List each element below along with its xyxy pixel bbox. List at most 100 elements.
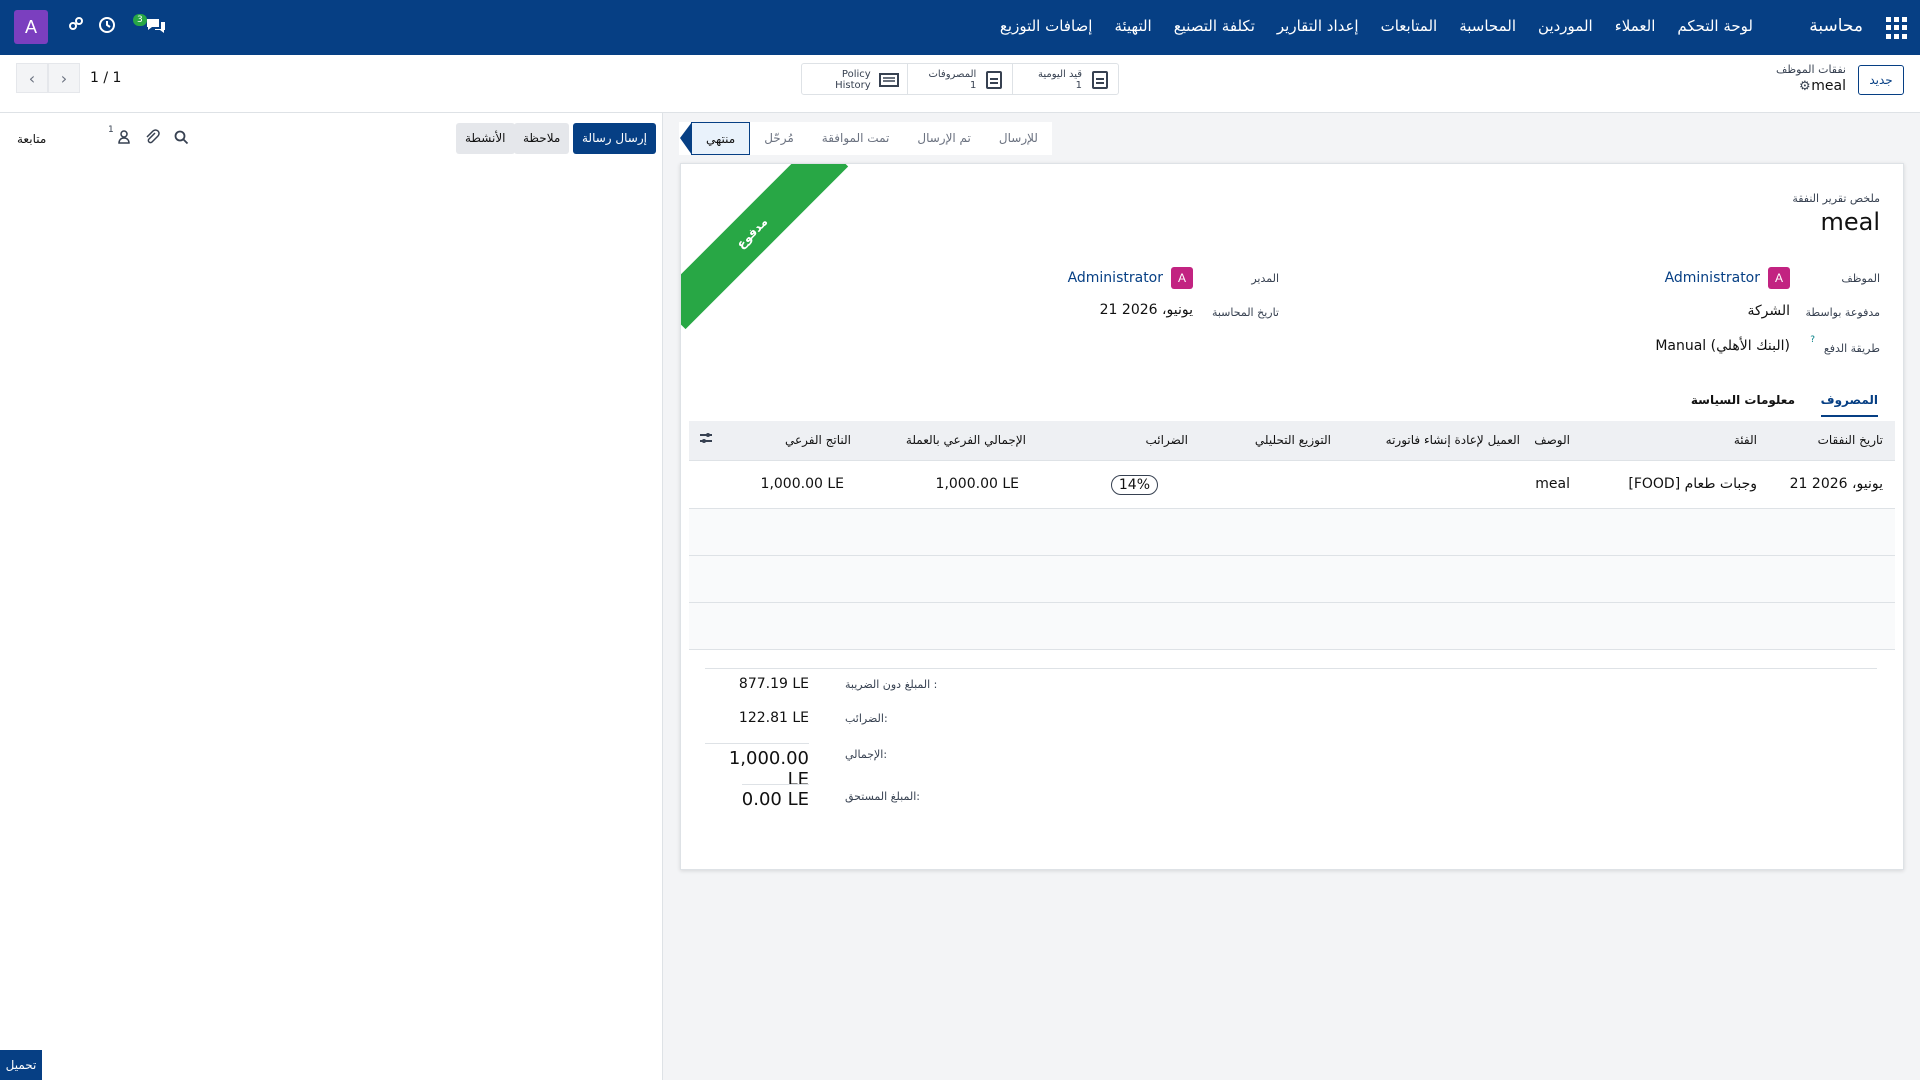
taxes-amount: 122.81 LE <box>738 710 809 726</box>
taxes-label: الضرائب: <box>845 712 888 725</box>
smart-button-journal-entry[interactable]: قيد اليومية 1 <box>1012 64 1118 94</box>
pager-prev-button[interactable]: ‹ <box>16 63 48 93</box>
document-icon <box>986 71 1003 89</box>
paperclip-icon[interactable] <box>144 129 160 149</box>
untaxed-amount: 877.19 LE <box>738 676 809 692</box>
col-taxes[interactable]: الضرائب <box>1146 433 1188 447</box>
pager-counter[interactable]: 1 / 1 <box>90 70 121 86</box>
cell-date: 21 يونيو، 2026 <box>1789 476 1883 492</box>
new-button[interactable]: جديد <box>1858 65 1904 95</box>
document-icon <box>1092 71 1109 89</box>
chatter-panel: إرسال رسالة ملاحظة الأنشطة 1 متابعة <box>0 113 663 1080</box>
smart-button-label: المصروفات <box>928 69 977 80</box>
gear-icon[interactable]: ⚙ <box>1799 79 1811 94</box>
status-approved[interactable]: تمت الموافقة <box>808 122 904 155</box>
col-analytic[interactable]: التوزيع التحليلي <box>1255 433 1331 447</box>
user-avatar[interactable]: A <box>14 10 48 44</box>
smart-button-expenses[interactable]: المصروفات 1 <box>906 64 1013 94</box>
debug-tools-icon[interactable] <box>68 16 84 36</box>
activities-button[interactable]: الأنشطة <box>456 123 515 154</box>
clock-icon[interactable] <box>98 16 116 38</box>
form-sheet: مدفوع ملخص تقرير النفقة meal الموظف Admi… <box>680 163 1904 870</box>
tab-expense[interactable]: المصروف <box>1820 393 1878 417</box>
smart-button-label: Policy <box>841 69 871 80</box>
manager-avatar: A <box>1171 267 1193 289</box>
menu-item-configuration[interactable]: التهيئة <box>1114 17 1151 35</box>
status-draft[interactable]: للإرسال <box>985 122 1052 155</box>
table-row[interactable]: 21 يونيو، 2026 [FOOD] وجبات طعام meal 14… <box>689 461 1895 509</box>
accounting-date-field[interactable]: 21 يونيو، 2026 <box>1100 302 1193 318</box>
list-icon <box>878 73 899 90</box>
payment-method-field[interactable]: Manual (البنك الأهلي) <box>1655 338 1790 354</box>
total-amount: 1,000.00 LE <box>705 743 809 790</box>
send-message-button[interactable]: إرسال رسالة <box>573 123 656 154</box>
col-description[interactable]: الوصف <box>1534 433 1570 447</box>
menu-item-distribution-addons[interactable]: إضافات التوزيع <box>1000 17 1093 35</box>
follow-button[interactable]: متابعة <box>17 132 46 146</box>
totals-block: المبلغ دون الضريبة : 877.19 LE الضرائب: … <box>705 668 1877 810</box>
manager-name[interactable]: Administrator <box>1068 270 1163 286</box>
help-tooltip-icon[interactable]: ? <box>1810 335 1815 345</box>
search-icon[interactable] <box>174 130 189 149</box>
column-settings-icon[interactable] <box>699 431 713 448</box>
app-brand[interactable]: محاسبة <box>1809 16 1863 36</box>
summary-label: ملخص تقرير النفقة <box>1792 192 1880 205</box>
paid-by-field[interactable]: الشركة <box>1747 303 1790 319</box>
followers-count: 1 <box>108 125 114 135</box>
upload-button[interactable]: تحميل <box>0 1050 42 1080</box>
menu-item-followups[interactable]: المتابعات <box>1381 17 1438 35</box>
col-category[interactable]: الفئة <box>1734 433 1757 447</box>
smart-button-value: 1 <box>969 80 977 91</box>
smart-button-label: قيد اليومية <box>1038 69 1083 80</box>
cell-description: meal <box>1535 476 1570 492</box>
empty-row <box>689 509 1895 556</box>
main-menu: لوحة التحكم العملاء الموردين المحاسبة ال… <box>1000 17 1753 35</box>
smart-button-value: 1 <box>1075 80 1083 91</box>
amount-due: 0.00 LE <box>741 784 809 810</box>
employee-name[interactable]: Administrator <box>1665 270 1760 286</box>
amount-due-label: المبلغ المستحق: <box>845 790 920 803</box>
menu-item-vendors[interactable]: الموردين <box>1538 17 1593 35</box>
paid-ribbon: مدفوع <box>681 164 849 330</box>
manager-field[interactable]: Administrator A <box>1068 267 1193 289</box>
accounting-date-label: تاريخ المحاسبة <box>1211 306 1279 319</box>
status-submitted[interactable]: تم الإرسال <box>903 122 985 155</box>
breadcrumb-parent[interactable]: نفقات الموظف <box>1776 63 1846 76</box>
smart-buttons: Policy History المصروفات 1 قيد اليومية 1 <box>801 63 1119 95</box>
empty-row <box>689 603 1895 650</box>
control-panel: جديد نفقات الموظف meal Policy History ال… <box>0 55 1920 113</box>
smart-button-value: History <box>835 80 871 91</box>
menu-item-customers[interactable]: العملاء <box>1615 17 1656 35</box>
chat-icon[interactable] <box>145 16 167 38</box>
col-reinvoice-customer[interactable]: العميل لإعادة إنشاء فاتورته <box>1386 433 1520 447</box>
empty-row <box>689 556 1895 603</box>
menu-item-manufacturing-cost[interactable]: تكلفة التصنيع <box>1174 17 1255 35</box>
employee-avatar: A <box>1768 267 1790 289</box>
cell-category: [FOOD] وجبات طعام <box>1628 476 1757 492</box>
menu-item-reporting[interactable]: إعداد التقارير <box>1277 17 1359 35</box>
page-title: meal <box>1820 208 1880 236</box>
status-bar: للإرسال تم الإرسال تمت الموافقة مُرحّل م… <box>679 122 1052 155</box>
cell-subtotal: 1,000.00 LE <box>760 476 844 492</box>
status-done[interactable]: منتهي <box>679 122 751 155</box>
col-subtotal-currency[interactable]: الإجمالي الفرعي بالعملة <box>906 433 1026 447</box>
pager-next-button[interactable]: › <box>48 63 80 93</box>
menu-item-dashboard[interactable]: لوحة التحكم <box>1677 17 1753 35</box>
total-label: الإجمالي: <box>845 748 888 761</box>
chat-badge: 3 <box>133 14 147 26</box>
log-note-button[interactable]: ملاحظة <box>514 123 570 154</box>
menu-item-accounting[interactable]: المحاسبة <box>1459 17 1516 35</box>
tab-policy-info[interactable]: معلومات السياسة <box>1691 393 1795 415</box>
smart-button-policy-history[interactable]: Policy History <box>802 64 907 94</box>
expense-table: تاريخ النفقات الفئة الوصف العميل لإعادة … <box>689 421 1895 650</box>
employee-field[interactable]: Administrator A <box>1665 267 1790 289</box>
pager: ‹ › 1 / 1 <box>16 63 121 93</box>
cell-subtotal-currency: 1,000.00 LE <box>935 476 1019 492</box>
col-date[interactable]: تاريخ النفقات <box>1818 433 1883 447</box>
manager-label: المدير <box>1251 272 1279 285</box>
app-menu-icon[interactable] <box>1886 17 1908 39</box>
followers-icon[interactable] <box>117 130 131 148</box>
status-posted[interactable]: مُرحّل <box>750 122 808 155</box>
col-subtotal[interactable]: الناتج الفرعي <box>785 433 851 447</box>
top-navbar: محاسبة لوحة التحكم العملاء الموردين المح… <box>0 0 1920 55</box>
